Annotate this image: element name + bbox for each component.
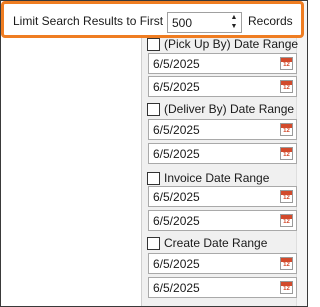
calendar-icon[interactable]: 12 bbox=[280, 123, 293, 136]
records-label: Records bbox=[248, 14, 293, 28]
calendar-icon-number: 12 bbox=[283, 128, 290, 134]
calendar-icon-number: 12 bbox=[283, 262, 290, 268]
limit-results-bar: Limit Search Results to First 500 ▲ ▼ Re… bbox=[1, 1, 304, 38]
create-date-range-header: Create Date Range bbox=[147, 235, 267, 251]
limit-results-spinner: ▲ ▼ bbox=[227, 13, 241, 32]
limit-results-label: Limit Search Results to First bbox=[13, 14, 164, 28]
calendar-icon-number: 12 bbox=[283, 286, 290, 292]
calendar-icon[interactable]: 12 bbox=[280, 57, 293, 70]
create-from-date-value: 6/5/2025 bbox=[153, 257, 200, 271]
create-to-date-value: 6/5/2025 bbox=[153, 281, 200, 295]
spin-up-icon[interactable]: ▲ bbox=[227, 13, 241, 22]
spin-down-icon[interactable]: ▼ bbox=[227, 22, 241, 31]
deliver-to-date-field[interactable]: 6/5/2025 12 bbox=[148, 143, 297, 164]
limit-results-input[interactable]: 500 ▲ ▼ bbox=[167, 12, 242, 33]
calendar-icon-number: 12 bbox=[283, 219, 290, 225]
calendar-icon[interactable]: 12 bbox=[280, 147, 293, 160]
deliver-date-range-header: (Deliver By) Date Range bbox=[147, 101, 294, 117]
pickup-from-date-field[interactable]: 6/5/2025 12 bbox=[148, 53, 297, 74]
invoice-from-date-value: 6/5/2025 bbox=[153, 190, 200, 204]
invoice-from-date-field[interactable]: 6/5/2025 12 bbox=[148, 186, 297, 207]
calendar-icon-number: 12 bbox=[283, 195, 290, 201]
create-from-date-field[interactable]: 6/5/2025 12 bbox=[148, 253, 297, 274]
calendar-icon[interactable]: 12 bbox=[280, 257, 293, 270]
deliver-to-date-value: 6/5/2025 bbox=[153, 147, 200, 161]
limit-results-value: 500 bbox=[172, 16, 193, 30]
create-date-range-checkbox[interactable] bbox=[147, 236, 160, 250]
deliver-from-date-field[interactable]: 6/5/2025 12 bbox=[148, 119, 297, 140]
pickup-date-range-checkbox[interactable] bbox=[147, 37, 160, 51]
create-date-range-label[interactable]: Create Date Range bbox=[164, 236, 267, 250]
deliver-date-range-label[interactable]: (Deliver By) Date Range bbox=[164, 102, 294, 116]
pickup-date-range-label[interactable]: (Pick Up By) Date Range bbox=[164, 37, 298, 51]
calendar-icon[interactable]: 12 bbox=[280, 80, 293, 93]
deliver-date-range-checkbox[interactable] bbox=[147, 102, 160, 116]
invoice-date-range-checkbox[interactable] bbox=[147, 171, 160, 185]
calendar-icon[interactable]: 12 bbox=[280, 281, 293, 294]
left-panel bbox=[2, 2, 141, 306]
calendar-icon[interactable]: 12 bbox=[280, 214, 293, 227]
pickup-to-date-field[interactable]: 6/5/2025 12 bbox=[148, 76, 297, 97]
invoice-to-date-field[interactable]: 6/5/2025 12 bbox=[148, 210, 297, 231]
invoice-date-range-header: Invoice Date Range bbox=[147, 170, 269, 186]
invoice-to-date-value: 6/5/2025 bbox=[153, 214, 200, 228]
invoice-date-range-label[interactable]: Invoice Date Range bbox=[164, 171, 269, 185]
calendar-icon-number: 12 bbox=[283, 152, 290, 158]
calendar-icon[interactable]: 12 bbox=[280, 190, 293, 203]
create-to-date-field[interactable]: 6/5/2025 12 bbox=[148, 277, 297, 298]
deliver-from-date-value: 6/5/2025 bbox=[153, 123, 200, 137]
pickup-to-date-value: 6/5/2025 bbox=[153, 80, 200, 94]
pickup-from-date-value: 6/5/2025 bbox=[153, 57, 200, 71]
calendar-icon-number: 12 bbox=[283, 85, 290, 91]
calendar-icon-number: 12 bbox=[283, 62, 290, 68]
pickup-date-range-header: (Pick Up By) Date Range bbox=[147, 36, 298, 52]
